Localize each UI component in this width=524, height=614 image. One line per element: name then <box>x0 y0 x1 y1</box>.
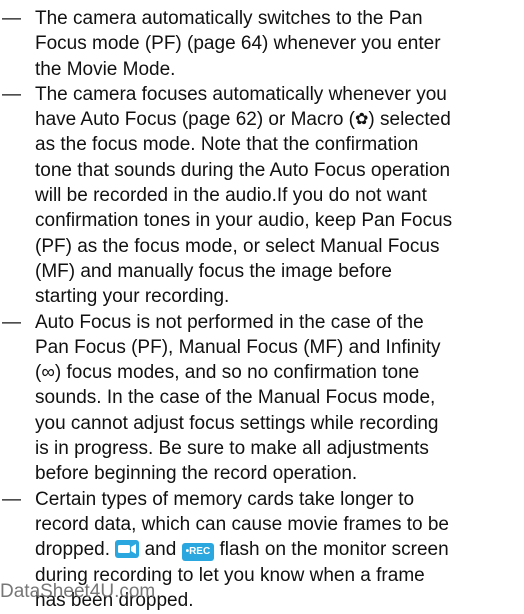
note-line: Focus mode (PF) (page 64) whenever you e… <box>35 33 441 55</box>
note-line-part: and <box>139 539 182 561</box>
note-line-part: have Auto Focus (page 62) or Macro ( <box>35 109 355 131</box>
note-line: The camera focuses automatically wheneve… <box>35 83 447 105</box>
note-line-part: ) selected <box>368 109 451 131</box>
note-line: (PF) as the focus mode, or select Manual… <box>35 235 440 257</box>
note-item: — Auto Focus is not performed in the cas… <box>0 310 524 487</box>
note-line: tone that sounds during the Auto Focus o… <box>35 159 451 181</box>
note-line: Certain types of memory cards take longe… <box>35 488 415 510</box>
note-line: is in progress. Be sure to make all adju… <box>35 438 429 460</box>
note-line: during recording to let you know when a … <box>35 564 425 586</box>
note-text: The camera focuses automatically wheneve… <box>35 82 524 310</box>
bullet-dash: — <box>2 83 21 105</box>
note-line: before beginning the record operation. <box>35 463 358 485</box>
bullet-dash: — <box>2 488 21 510</box>
note-line-part: flash on the monitor screen <box>214 539 449 561</box>
note-line: you cannot adjust focus settings while r… <box>35 412 439 434</box>
note-line: The camera automatically switches to the… <box>35 8 423 29</box>
note-line: as the focus mode. Note that the confirm… <box>35 134 419 156</box>
rec-icon: •REC <box>181 543 215 562</box>
note-line: will be recorded in the audio.If you do … <box>35 185 427 207</box>
note-line: Auto Focus is not performed in the case … <box>35 311 424 333</box>
notes-list: — The camera automatically switches to t… <box>0 0 524 613</box>
note-line: record data, which can cause movie frame… <box>35 513 449 535</box>
bullet-dash: — <box>2 311 21 333</box>
note-line-part: dropped. <box>35 539 116 561</box>
note-line: starting your recording. <box>35 286 230 308</box>
note-line: have Auto Focus (page 62) or Macro (✿) s… <box>35 107 524 132</box>
macro-icon: ✿ <box>355 111 369 129</box>
note-item: — The camera automatically switches to t… <box>0 6 524 82</box>
manual-page: — The camera automatically switches to t… <box>0 0 524 614</box>
note-line: confirmation tones in your audio, keep P… <box>35 210 453 232</box>
bullet-dash: — <box>2 8 21 29</box>
note-line: (∞) focus modes, and so no confirmation … <box>35 362 420 384</box>
note-item: — Certain types of memory cards take lon… <box>0 487 524 613</box>
note-line: (MF) and manually focus the image before <box>35 260 392 282</box>
note-item: — The camera focuses automatically whene… <box>0 82 524 310</box>
note-text: The camera automatically switches to the… <box>35 6 524 82</box>
movie-frame-icon <box>115 540 140 559</box>
note-text: Auto Focus is not performed in the case … <box>35 310 524 487</box>
note-line: has been dropped. <box>35 589 194 611</box>
note-text: Certain types of memory cards take longe… <box>35 487 524 613</box>
note-line: sounds. In the case of the Manual Focus … <box>35 387 436 409</box>
note-line: dropped. and •REC flash on the monitor s… <box>35 537 524 562</box>
note-line: Pan Focus (PF), Manual Focus (MF) and In… <box>35 336 441 358</box>
note-line: the Movie Mode. <box>35 58 176 80</box>
